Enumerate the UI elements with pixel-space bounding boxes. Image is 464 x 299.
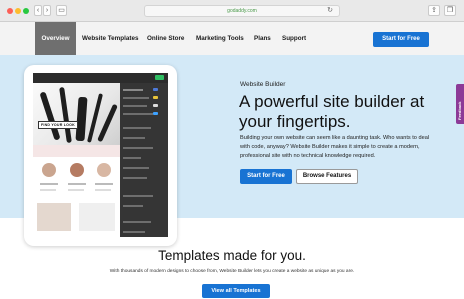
- brush-shape: [75, 96, 88, 142]
- tabs-icon: ❐: [446, 7, 454, 14]
- panel-color-chip: [153, 88, 158, 91]
- panel-row: [123, 221, 151, 223]
- brush-shape: [59, 86, 72, 144]
- reload-icon[interactable]: ↻: [327, 6, 333, 14]
- builder-settings-panel: [120, 83, 168, 237]
- panel-row: [123, 231, 145, 233]
- panel-row: [123, 97, 149, 99]
- tabs-button[interactable]: ❐: [444, 5, 456, 16]
- panel-row: [123, 105, 147, 107]
- hero-description: Building your own website can seem like …: [240, 135, 430, 159]
- close-window-button[interactable]: [7, 8, 13, 14]
- panel-row: [123, 147, 153, 149]
- panel-row: [123, 89, 143, 91]
- address-bar[interactable]: godaddy.com ↻: [144, 5, 340, 17]
- panel-row: [123, 157, 141, 159]
- text-line: [40, 183, 58, 185]
- back-button[interactable]: ‹: [34, 5, 42, 16]
- profile-thumbnail: [42, 163, 56, 177]
- share-button[interactable]: ⇪: [428, 5, 440, 16]
- text-line: [68, 183, 86, 185]
- panel-color-chip: [153, 96, 158, 99]
- panel-row: [123, 167, 149, 169]
- address-url: godaddy.com: [227, 8, 257, 14]
- top-nav: Overview Website Templates Online Store …: [0, 22, 464, 55]
- panel-row: [123, 137, 145, 139]
- templates-title: Templates made for you.: [158, 248, 306, 263]
- panel-row: [123, 205, 143, 207]
- canvas-section: [33, 145, 120, 157]
- forward-button[interactable]: ›: [43, 5, 51, 16]
- feedback-side-tab[interactable]: Feedback: [456, 84, 464, 124]
- panel-row: [123, 127, 151, 129]
- maximize-window-button[interactable]: [23, 8, 29, 14]
- panel-color-chip: [153, 104, 158, 107]
- find-your-look-label: FIND YOUR LOOK: [38, 121, 78, 129]
- panel-row: [123, 113, 153, 115]
- text-line: [68, 189, 84, 191]
- panel-color-chip: [153, 112, 158, 115]
- brush-shape: [39, 91, 61, 141]
- browse-features-button[interactable]: Browse Features: [296, 169, 358, 184]
- text-line: [95, 183, 113, 185]
- browser-chrome: ‹ › ▭ godaddy.com ↻ ⇪ ❐: [0, 0, 464, 22]
- nav-item-overview[interactable]: Overview: [35, 22, 76, 55]
- builder-toolbar: [33, 73, 168, 83]
- nav-start-for-free-button[interactable]: Start for Free: [373, 32, 429, 47]
- product-image: [79, 203, 115, 231]
- product-image: [37, 203, 71, 231]
- forward-icon: ›: [45, 7, 49, 14]
- text-line: [95, 189, 111, 191]
- profile-thumbnail: [97, 163, 111, 177]
- view-all-templates-button[interactable]: View all Templates: [202, 284, 270, 298]
- builder-screenshot: FIND YOUR LOOK: [33, 73, 168, 237]
- publish-icon: [155, 75, 164, 80]
- nav-item-online-store[interactable]: Online Store: [147, 22, 184, 55]
- templates-description: With thousands of modern designs to choo…: [109, 269, 355, 274]
- nav-item-plans[interactable]: Plans: [254, 22, 271, 55]
- text-line: [40, 189, 56, 191]
- builder-canvas: FIND YOUR LOOK: [33, 83, 120, 237]
- hero-title: A powerful site builder at your fingerti…: [239, 92, 425, 131]
- nav-item-support[interactable]: Support: [282, 22, 306, 55]
- back-icon: ‹: [36, 7, 40, 14]
- share-icon: ⇪: [431, 7, 437, 14]
- feedback-label: Feedback: [457, 101, 462, 120]
- hero-kicker: Website Builder: [240, 81, 286, 88]
- minimize-window-button[interactable]: [15, 8, 21, 14]
- panel-row: [123, 195, 153, 197]
- panel-row: [123, 177, 147, 179]
- tablet-mockup: FIND YOUR LOOK: [24, 65, 177, 246]
- sidebar-icon: ▭: [58, 7, 65, 14]
- brush-shape: [97, 103, 118, 143]
- profile-thumbnail: [70, 163, 84, 177]
- sidebar-toggle-button[interactable]: ▭: [56, 5, 67, 16]
- hair-tools-image: FIND YOUR LOOK: [33, 83, 120, 145]
- hero-start-for-free-button[interactable]: Start for Free: [240, 169, 292, 184]
- nav-item-marketing-tools[interactable]: Marketing Tools: [196, 22, 244, 55]
- nav-item-website-templates[interactable]: Website Templates: [82, 22, 138, 55]
